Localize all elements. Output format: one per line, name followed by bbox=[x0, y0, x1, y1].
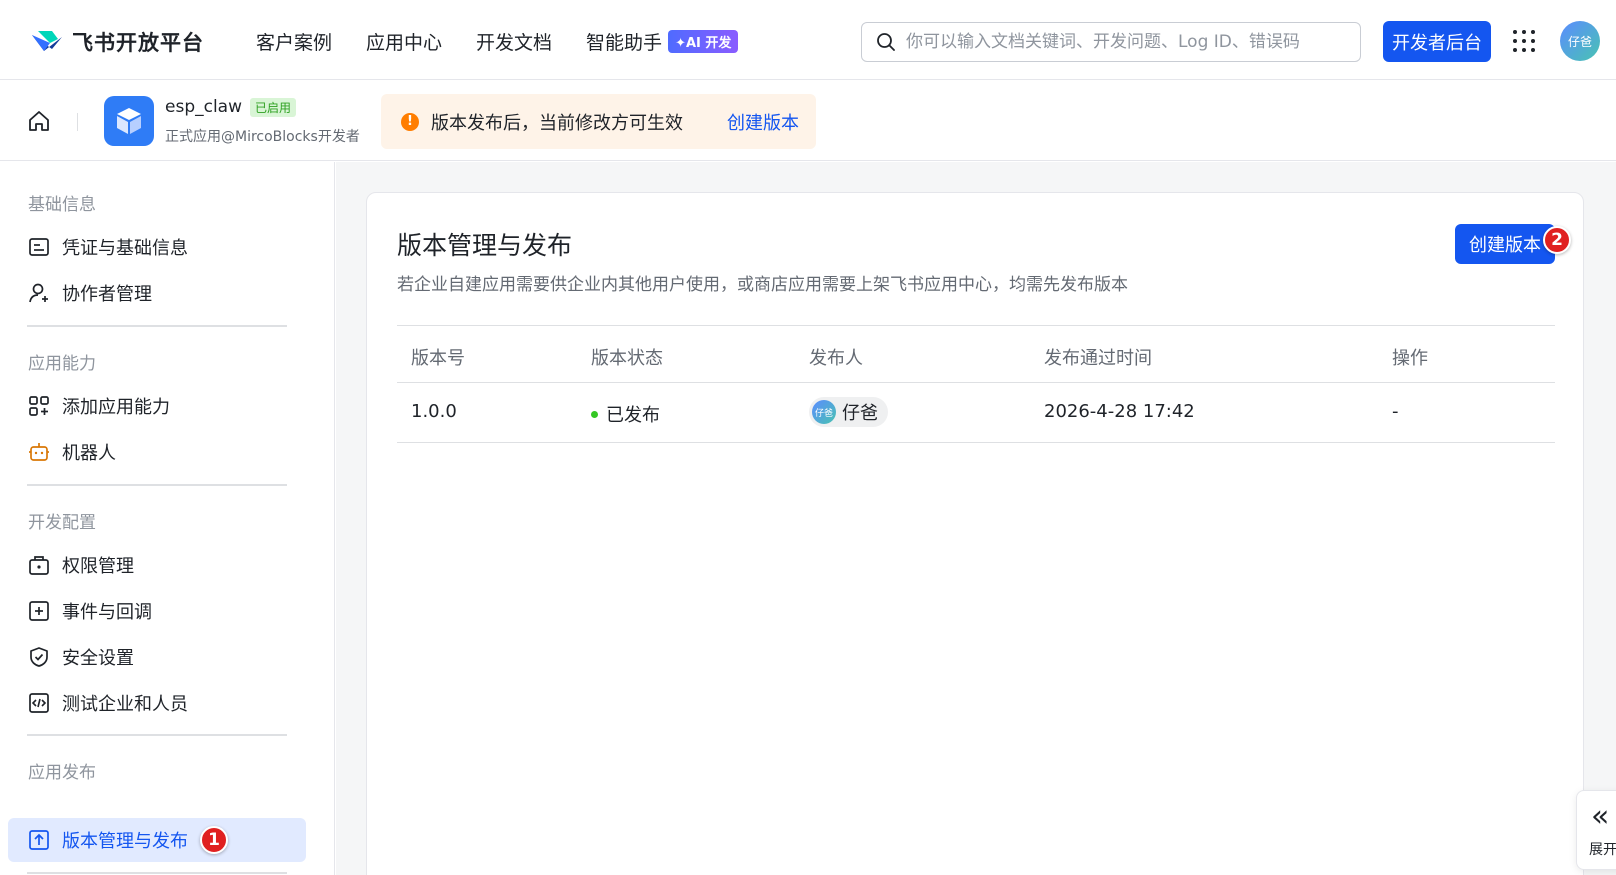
top-navbar: 飞书开放平台 客户案例 应用中心 开发文档 智能助手 ✦AI 开发 开发者后台 … bbox=[0, 0, 1616, 80]
app-header: esp_claw 已启用 正式应用@MircoBlocks开发者 ! 版本发布后… bbox=[0, 81, 1616, 161]
warning-icon: ! bbox=[401, 112, 419, 131]
header-status: 版本状态 bbox=[591, 348, 663, 369]
sidebar-item-version-management[interactable]: 版本管理与发布 1 bbox=[28, 826, 228, 854]
notice-text: 版本发布后，当前修改方可生效 bbox=[431, 112, 683, 134]
app-subtitle: 正式应用@MircoBlocks开发者 bbox=[165, 129, 360, 145]
sidebar-section-basic: 基础信息 bbox=[28, 195, 96, 215]
main-content: 版本管理与发布 若企业自建应用需要供企业内其他用户使用，或商店应用需要上架飞书应… bbox=[336, 162, 1616, 875]
sidebar-section-capabilities: 应用能力 bbox=[28, 354, 96, 374]
header-actions: 操作 bbox=[1392, 348, 1428, 369]
code-icon bbox=[29, 693, 49, 713]
shield-icon bbox=[30, 647, 48, 667]
sidebar-section-dev-config: 开发配置 bbox=[28, 513, 96, 533]
header-publisher: 发布人 bbox=[809, 348, 863, 369]
apps-grid-icon[interactable] bbox=[1513, 30, 1535, 52]
search-input[interactable] bbox=[906, 32, 1336, 52]
status-dot-icon bbox=[591, 410, 598, 418]
app-name: esp_claw bbox=[165, 97, 242, 117]
nav-link-app-center[interactable]: 应用中心 bbox=[366, 28, 442, 55]
sidebar-item-security[interactable]: 安全设置 bbox=[28, 644, 134, 670]
expand-label: 展开 bbox=[1589, 842, 1616, 858]
app-icon bbox=[104, 96, 154, 146]
header-publish-time: 发布通过时间 bbox=[1044, 348, 1152, 369]
publisher-chip[interactable]: 仔爸 仔爸 bbox=[809, 397, 888, 427]
upload-icon bbox=[29, 830, 49, 850]
sidebar-item-label: 权限管理 bbox=[62, 556, 134, 577]
sidebar-section-publish: 应用发布 bbox=[28, 763, 96, 783]
notice-create-version-link[interactable]: 创建版本 bbox=[727, 109, 799, 135]
robot-icon bbox=[29, 443, 49, 461]
double-chevron-left-icon: « bbox=[1591, 799, 1610, 834]
sidebar-item-collaborators[interactable]: 协作者管理 bbox=[28, 280, 152, 306]
divider bbox=[77, 113, 78, 131]
step-2-badge: 2 bbox=[1543, 226, 1571, 254]
search-icon bbox=[877, 33, 895, 51]
nav-link-cases[interactable]: 客户案例 bbox=[256, 28, 332, 55]
user-avatar[interactable]: 仔爸 bbox=[1560, 21, 1600, 61]
sidebar-divider bbox=[27, 484, 287, 486]
sidebar-item-permissions[interactable]: 权限管理 bbox=[28, 552, 134, 578]
sidebar-item-label: 测试企业和人员 bbox=[62, 694, 188, 715]
cell-publisher: 仔爸 仔爸 bbox=[809, 397, 888, 427]
cell-actions: - bbox=[1392, 401, 1399, 422]
sidebar-divider bbox=[27, 325, 287, 327]
sidebar-item-label: 版本管理与发布 bbox=[62, 831, 188, 852]
publish-notice: ! 版本发布后，当前修改方可生效 创建版本 bbox=[381, 94, 816, 149]
table-row[interactable]: 1.0.0 已发布 仔爸 仔爸 2026-4-28 17:42 - bbox=[397, 383, 1555, 443]
event-add-icon bbox=[29, 601, 49, 621]
app-status-badge: 已启用 bbox=[250, 97, 297, 117]
cell-publish-time: 2026-4-28 17:42 bbox=[1044, 401, 1195, 422]
expand-panel-tab[interactable]: « 展开 bbox=[1576, 790, 1616, 870]
nav-link-assistant-label: 智能助手 bbox=[586, 32, 663, 54]
sidebar-divider bbox=[27, 734, 287, 736]
nav-links: 客户案例 应用中心 开发文档 智能助手 ✦AI 开发 bbox=[256, 28, 739, 55]
nav-link-docs[interactable]: 开发文档 bbox=[476, 28, 552, 55]
nav-link-assistant[interactable]: 智能助手 ✦AI 开发 bbox=[586, 28, 739, 55]
table-header: 版本号 版本状态 发布人 发布通过时间 操作 bbox=[397, 325, 1555, 383]
feishu-logo[interactable]: 飞书开放平台 bbox=[30, 27, 204, 57]
sidebar-item-label: 添加应用能力 bbox=[62, 397, 170, 418]
page-description: 若企业自建应用需要供企业内其他用户使用，或商店应用需要上架飞书应用中心，均需先发… bbox=[397, 275, 1128, 295]
publisher-avatar: 仔爸 bbox=[812, 400, 836, 424]
ai-dev-badge: ✦AI 开发 bbox=[668, 30, 739, 53]
apps-add-icon bbox=[29, 396, 49, 416]
create-version-button[interactable]: 创建版本 bbox=[1455, 224, 1555, 264]
sidebar-item-label: 安全设置 bbox=[62, 648, 134, 669]
version-table: 版本号 版本状态 发布人 发布通过时间 操作 1.0.0 已发布 仔爸 仔爸 2… bbox=[397, 325, 1555, 443]
publisher-name: 仔爸 bbox=[842, 403, 878, 424]
sidebar-item-events[interactable]: 事件与回调 bbox=[28, 598, 152, 624]
id-card-icon bbox=[29, 238, 49, 256]
sidebar-divider bbox=[27, 872, 287, 874]
step-1-badge: 1 bbox=[200, 826, 228, 854]
page-title: 版本管理与发布 bbox=[397, 231, 573, 260]
feishu-logo-icon bbox=[32, 31, 62, 51]
cell-version: 1.0.0 bbox=[411, 401, 457, 422]
sidebar-item-add-capability[interactable]: 添加应用能力 bbox=[28, 393, 170, 419]
sidebar-item-label: 协作者管理 bbox=[62, 284, 152, 305]
header-version: 版本号 bbox=[411, 348, 465, 369]
search-box[interactable] bbox=[861, 22, 1361, 62]
sidebar-item-label: 事件与回调 bbox=[62, 602, 152, 623]
home-icon[interactable] bbox=[27, 109, 51, 133]
sidebar-item-bot[interactable]: 机器人 bbox=[28, 439, 116, 465]
developer-console-button[interactable]: 开发者后台 bbox=[1383, 21, 1491, 62]
logo-text: 飞书开放平台 bbox=[72, 31, 204, 55]
version-card: 版本管理与发布 若企业自建应用需要供企业内其他用户使用，或商店应用需要上架飞书应… bbox=[366, 192, 1584, 875]
sidebar: 基础信息 凭证与基础信息 协作者管理 应用能力 添加应用能力 机器人 开发配置 … bbox=[0, 162, 335, 875]
cube-icon bbox=[117, 108, 141, 134]
sidebar-item-test-tenants[interactable]: 测试企业和人员 bbox=[28, 690, 188, 716]
sidebar-item-label: 机器人 bbox=[62, 443, 116, 464]
sidebar-item-credentials[interactable]: 凭证与基础信息 bbox=[28, 234, 188, 260]
app-name-row: esp_claw 已启用 bbox=[165, 97, 297, 117]
briefcase-lock-icon bbox=[29, 556, 49, 575]
sidebar-item-label: 凭证与基础信息 bbox=[62, 238, 188, 259]
add-user-icon bbox=[29, 283, 48, 303]
cell-status: 已发布 bbox=[591, 401, 660, 427]
status-text: 已发布 bbox=[606, 405, 660, 426]
